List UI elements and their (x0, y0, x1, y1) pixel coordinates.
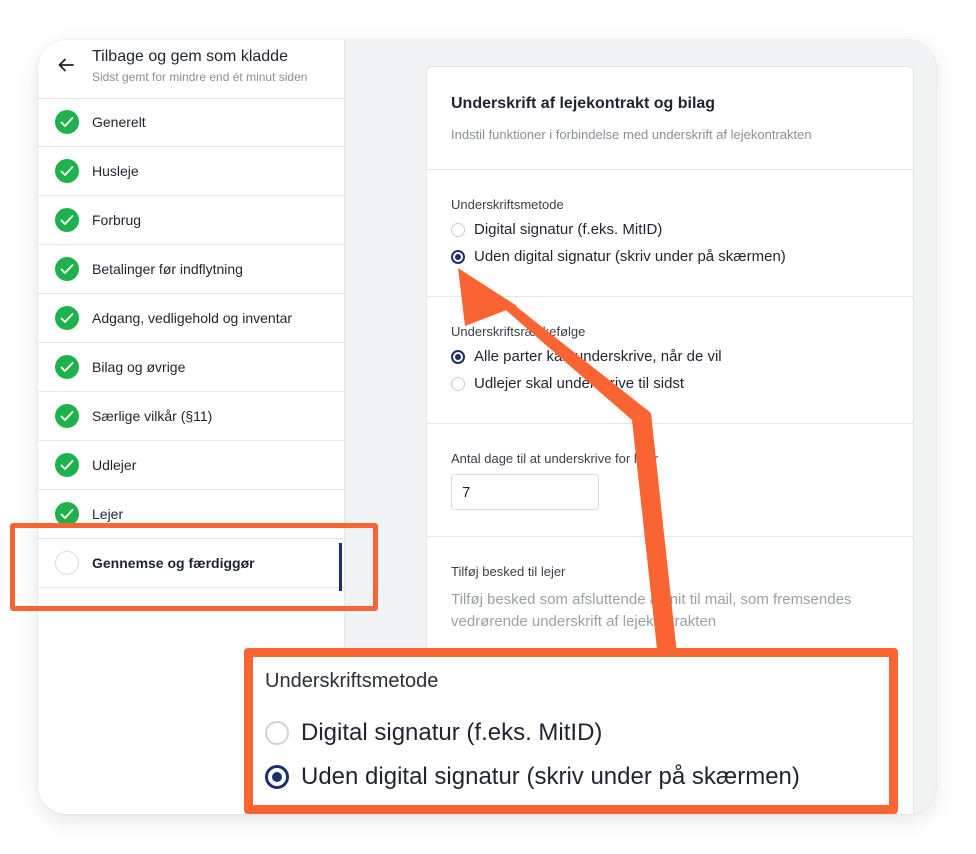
step-item-udlejer[interactable]: Udlejer (38, 441, 344, 490)
step-label: Særlige vilkår (§11) (92, 408, 213, 424)
check-icon (55, 404, 79, 428)
signature-method-section: Underskriftsmetode Digital signatur (f.e… (427, 170, 913, 297)
sidebar-header[interactable]: Tilbage og gem som kladde Sidst gemt for… (38, 40, 344, 99)
message-label: Tilføj besked til lejer (451, 564, 566, 579)
saved-status: Sidst gemt for mindre end ét minut siden (92, 70, 308, 84)
step-item-adgang[interactable]: Adgang, vedligehold og inventar (38, 294, 344, 343)
step-item-betalinger[interactable]: Betalinger før indflytning (38, 245, 344, 294)
zoom-radio-label: Uden digital signatur (skriv under på sk… (301, 763, 800, 790)
zoom-radio-no-digital-signature: Uden digital signatur (skriv under på sk… (265, 763, 800, 791)
back-arrow-icon[interactable] (57, 56, 75, 74)
step-label: Generelt (92, 114, 146, 130)
zoom-callout: Underskriftsmetode Digital signatur (f.e… (244, 648, 898, 814)
step-label: Bilag og øvrige (92, 359, 186, 375)
radio-label: Alle parter kan underskrive, når de vil (474, 348, 722, 365)
highlight-box-current-step (10, 523, 378, 611)
zoom-radio-label: Digital signatur (f.eks. MitID) (301, 719, 603, 746)
step-item-generelt[interactable]: Generelt (38, 98, 344, 147)
days-to-sign-label: Antal dage til at underskrive for lejer (451, 451, 659, 466)
radio-label: Digital signatur (f.eks. MitID) (474, 221, 663, 238)
radio-digital-signature[interactable]: Digital signatur (f.eks. MitID) (451, 220, 889, 239)
check-icon (55, 110, 79, 134)
step-label: Betalinger før indflytning (92, 261, 243, 277)
zoom-signature-method-label: Underskriftsmetode (265, 670, 439, 692)
radio-button-checked[interactable] (451, 249, 465, 264)
step-label: Udlejer (92, 457, 137, 473)
zoom-radio-digital-signature: Digital signatur (f.eks. MitID) (265, 719, 602, 747)
radio-button[interactable] (451, 376, 465, 391)
days-to-sign-section: Antal dage til at underskrive for lejer … (427, 424, 913, 537)
zoom-radio-button (265, 721, 289, 745)
signature-order-label: Underskriftsrækkefølge (451, 324, 586, 339)
radio-button[interactable] (451, 222, 465, 237)
signature-method-label: Underskriftsmetode (451, 197, 564, 212)
check-icon (55, 257, 79, 281)
step-item-forbrug[interactable]: Forbrug (38, 196, 344, 245)
message-section: Tilføj besked til lejer Tilføj besked so… (427, 537, 913, 633)
signature-order-section: Underskriftsrækkefølge Alle parter kan u… (427, 297, 913, 424)
back-save-draft-link[interactable]: Tilbage og gem som kladde (92, 48, 288, 66)
step-list: Generelt Husleje Forbrug Betalinger før … (38, 98, 344, 591)
card-title: Underskrift af lejekontrakt og bilag (451, 95, 716, 112)
step-item-husleje[interactable]: Husleje (38, 147, 344, 196)
radio-label: Udlejer skal underskrive til sidst (474, 375, 685, 392)
step-item-saerlige-vilkaar[interactable]: Særlige vilkår (§11) (38, 392, 344, 441)
message-hint: Tilføj besked som afsluttende afsnit til… (451, 591, 852, 630)
step-label: Adgang, vedligehold og inventar (92, 310, 293, 326)
step-label: Forbrug (92, 212, 142, 228)
radio-no-digital-signature[interactable]: Uden digital signatur (skriv under på sk… (451, 247, 889, 266)
check-icon (55, 355, 79, 379)
radio-all-parties[interactable]: Alle parter kan underskrive, når de vil (451, 347, 889, 366)
radio-button-checked[interactable] (451, 349, 465, 364)
radio-landlord-last[interactable]: Udlejer skal underskrive til sidst (451, 374, 889, 393)
check-icon (55, 208, 79, 232)
check-icon (55, 306, 79, 330)
step-item-bilag[interactable]: Bilag og øvrige (38, 343, 344, 392)
radio-label: Uden digital signatur (skriv under på sk… (474, 248, 786, 265)
card-description: Indstil funktioner i forbindelse med und… (451, 127, 812, 142)
step-label: Lejer (92, 506, 124, 522)
zoom-radio-button-checked (265, 765, 289, 789)
step-label: Husleje (92, 163, 139, 179)
check-icon (55, 159, 79, 183)
days-to-sign-input[interactable]: 7 (451, 474, 599, 510)
check-icon (55, 453, 79, 477)
card-header: Underskrift af lejekontrakt og bilag Ind… (427, 67, 913, 170)
